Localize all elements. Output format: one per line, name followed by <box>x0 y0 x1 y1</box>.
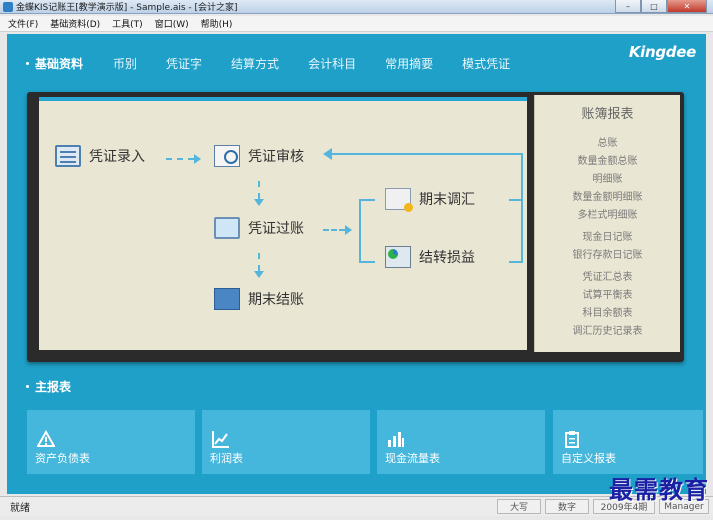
title-bar: 金蝶KIS记账王[教学演示版] - Sample.ais - [会计之家] – … <box>0 0 713 14</box>
tile-label: 资产负债表 <box>35 452 90 465</box>
nav-item-summary[interactable]: 常用摘要 <box>385 55 433 72</box>
period-close[interactable]: 期末结账 <box>214 288 304 310</box>
envelope-icon <box>385 188 413 212</box>
line-chart-icon <box>212 431 229 448</box>
carry-profit-loss[interactable]: 结转损益 <box>385 246 475 268</box>
arrow-post-branch <box>323 229 345 231</box>
nav-bar: 基础资料 币别 凭证字 结算方式 会计科目 常用摘要 模式凭证 <box>7 52 706 74</box>
menu-file[interactable]: 文件(F) <box>8 17 38 30</box>
tile-label: 利润表 <box>210 452 243 465</box>
main-area: 基础资料 币别 凭证字 结算方式 会计科目 常用摘要 模式凭证 Kingdee … <box>7 34 706 494</box>
minimize-button[interactable]: – <box>615 0 641 13</box>
workflow-panel: 凭证录入 凭证审核 凭证过账 期末结账 期末调汇 结转损益 <box>39 97 527 350</box>
tile-label: 自定义报表 <box>561 452 616 465</box>
tile-balance-sheet[interactable]: 资产负债表 <box>27 410 195 474</box>
arrow-entry-audit <box>166 158 194 160</box>
period-adjust[interactable]: 期末调汇 <box>385 188 475 212</box>
ledger-group-2: 现金日记账 银行存款日记账 <box>535 229 680 265</box>
arrow-post-close <box>258 253 260 271</box>
branch-line <box>359 199 375 201</box>
ledger-group-3: 凭证汇总表 试算平衡表 科目余额表 调汇历史记录表 <box>535 269 680 341</box>
tile-income-statement[interactable]: 利润表 <box>202 410 370 474</box>
arrow-head <box>254 271 264 278</box>
tile-label: 现金流量表 <box>385 452 440 465</box>
tile-cash-flow[interactable]: 现金流量表 <box>377 410 545 474</box>
workflow-board: 凭证录入 凭证审核 凭证过账 期末结账 期末调汇 结转损益 账簿报表 总账 数量… <box>27 92 684 362</box>
voucher-entry[interactable]: 凭证录入 <box>55 145 145 167</box>
nav-item-template[interactable]: 模式凭证 <box>462 55 510 72</box>
window-controls: – □ ✕ <box>615 0 707 13</box>
report-fx-adjust-history[interactable]: 调汇历史记录表 <box>535 323 680 341</box>
period-close-label: 期末结账 <box>248 292 304 308</box>
report-account-balance[interactable]: 科目余额表 <box>535 305 680 323</box>
nav-item-voucher-type[interactable]: 凭证字 <box>166 55 202 72</box>
nav-bullet <box>26 61 29 65</box>
period-adjust-label: 期末调汇 <box>419 192 475 208</box>
voucher-audit[interactable]: 凭证审核 <box>214 145 304 167</box>
kingdee-logo: Kingdee <box>628 43 696 61</box>
close-button[interactable]: ✕ <box>667 0 707 13</box>
status-ready: 就绪 <box>10 503 30 514</box>
arrow-audit-post <box>258 181 260 199</box>
calculator-icon <box>385 246 411 268</box>
report-cash-journal[interactable]: 现金日记账 <box>535 229 680 247</box>
clipboard-icon <box>565 431 579 448</box>
voucher-post-label: 凭证过账 <box>248 221 304 237</box>
ledger-report-panel: 账簿报表 总账 数量金额总账 明细账 数量金额明细账 多栏式明细账 现金日记账 … <box>534 95 680 352</box>
menu-window[interactable]: 窗口(W) <box>155 17 189 30</box>
connector-line <box>331 153 523 155</box>
connector-line <box>521 153 523 263</box>
main-report-tiles: 资产负债表 利润表 现金流量表 自定义报表 <box>27 410 706 474</box>
voucher-post[interactable]: 凭证过账 <box>214 217 304 239</box>
main-reports-title: 主报表 <box>35 380 72 394</box>
menu-help[interactable]: 帮助(H) <box>201 17 233 30</box>
report-voucher-summary[interactable]: 凭证汇总表 <box>535 269 680 287</box>
report-qty-amount-ledger[interactable]: 数量金额总账 <box>535 153 680 171</box>
report-multi-column-detail[interactable]: 多栏式明细账 <box>535 207 680 225</box>
warning-icon <box>37 430 55 447</box>
ledger-close-icon <box>214 288 240 310</box>
menu-basic-data[interactable]: 基础资料(D) <box>50 17 100 30</box>
branch-line <box>359 199 361 263</box>
arrow-head <box>323 148 332 160</box>
window-title: 金蝶KIS记账王[教学演示版] - Sample.ais - [会计之家] <box>16 3 238 13</box>
status-caps: 大写 <box>497 499 541 514</box>
report-bank-journal[interactable]: 银行存款日记账 <box>535 247 680 265</box>
status-bar: 就绪 大写 数字 2009年4期 Manager <box>0 496 713 516</box>
menu-tools[interactable]: 工具(T) <box>112 17 143 30</box>
nav-item-basic-data[interactable]: 基础资料 <box>35 55 83 72</box>
report-qty-amount-detail[interactable]: 数量金额明细账 <box>535 189 680 207</box>
arrow-head <box>254 199 264 206</box>
report-general-ledger[interactable]: 总账 <box>535 135 680 153</box>
app-icon <box>3 1 13 12</box>
menu-bar: 文件(F) 基础资料(D) 工具(T) 窗口(W) 帮助(H) <box>0 16 713 32</box>
nav-item-currency[interactable]: 币别 <box>113 55 137 72</box>
nav-item-accounts[interactable]: 会计科目 <box>308 55 356 72</box>
section-bullet <box>26 385 29 388</box>
main-reports-heading: 主报表 <box>26 378 71 395</box>
voucher-icon <box>55 145 81 167</box>
report-trial-balance[interactable]: 试算平衡表 <box>535 287 680 305</box>
nav-item-settlement[interactable]: 结算方式 <box>231 55 279 72</box>
carry-profit-loss-label: 结转损益 <box>419 250 475 266</box>
ledger-report-title: 账簿报表 <box>581 107 634 122</box>
monitor-icon <box>214 217 240 239</box>
branch-line <box>359 261 375 263</box>
voucher-audit-label: 凭证审核 <box>248 149 304 165</box>
watermark-text: 最需教育 <box>609 475 709 504</box>
maximize-button[interactable]: □ <box>641 0 667 13</box>
arrow-head <box>194 154 201 164</box>
arrow-head <box>345 225 352 235</box>
bar-chart-icon <box>388 432 404 447</box>
ledger-group-1: 总账 数量金额总账 明细账 数量金额明细账 多栏式明细账 <box>535 135 680 225</box>
report-detail-ledger[interactable]: 明细账 <box>535 171 680 189</box>
status-num: 数字 <box>545 499 589 514</box>
magnifier-icon <box>214 145 240 167</box>
tile-custom-report[interactable]: 自定义报表 <box>553 410 703 474</box>
voucher-entry-label: 凭证录入 <box>89 149 145 165</box>
